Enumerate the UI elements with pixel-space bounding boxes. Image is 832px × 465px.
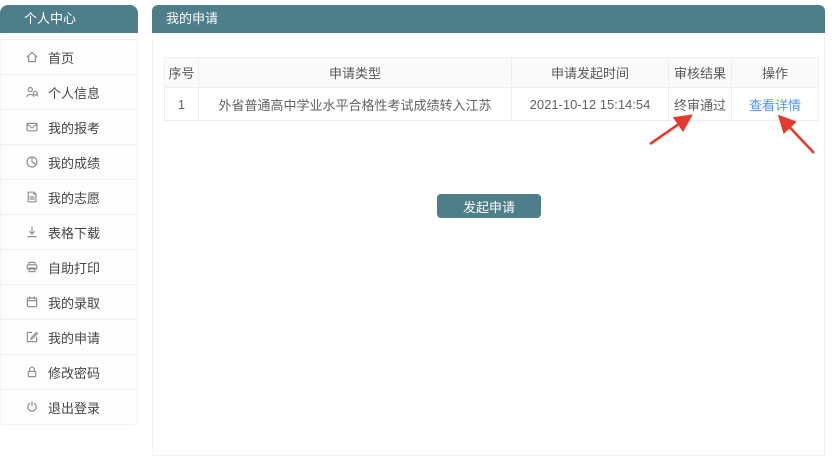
lock-icon — [25, 365, 39, 379]
home-icon — [25, 50, 39, 64]
sidebar-item-label: 我的录取 — [48, 293, 100, 312]
sidebar: 个人中心 首页 个人信息 我的报考 我的成绩 — [0, 5, 138, 425]
sidebar-item-label: 首页 — [48, 48, 74, 67]
sidebar-title: 个人中心 — [0, 5, 138, 33]
col-header-time: 申请发起时间 — [512, 58, 669, 88]
sidebar-item-self-print[interactable]: 自助打印 — [1, 249, 137, 284]
initiate-application-button[interactable]: 发起申请 — [437, 194, 541, 218]
col-header-type: 申请类型 — [199, 58, 512, 88]
sidebar-item-label: 我的成绩 — [48, 153, 100, 172]
cell-seq: 1 — [165, 88, 199, 121]
sidebar-item-my-applications[interactable]: 我的申请 — [1, 319, 137, 354]
sidebar-item-label: 表格下载 — [48, 223, 100, 242]
user-search-icon — [25, 85, 39, 99]
printer-icon — [25, 260, 39, 274]
sidebar-item-my-registration[interactable]: 我的报考 — [1, 109, 137, 144]
calendar-icon — [25, 295, 39, 309]
col-header-seq: 序号 — [165, 58, 199, 88]
sidebar-item-label: 我的申请 — [48, 328, 100, 347]
table-row: 1 外省普通高中学业水平合格性考试成绩转入江苏 2021-10-12 15:14… — [165, 88, 819, 121]
sidebar-item-label: 我的报考 — [48, 118, 100, 137]
sidebar-item-logout[interactable]: 退出登录 — [1, 389, 137, 424]
table-header-row: 序号 申请类型 申请发起时间 审核结果 操作 — [165, 58, 819, 88]
sidebar-item-label: 自助打印 — [48, 258, 100, 277]
sidebar-item-form-download[interactable]: 表格下载 — [1, 214, 137, 249]
sidebar-item-personal-info[interactable]: 个人信息 — [1, 74, 137, 109]
cell-application-type: 外省普通高中学业水平合格性考试成绩转入江苏 — [199, 88, 512, 121]
pie-chart-icon — [25, 155, 39, 169]
sidebar-item-my-scores[interactable]: 我的成绩 — [1, 144, 137, 179]
cell-application-time: 2021-10-12 15:14:54 — [512, 88, 669, 121]
sidebar-item-home[interactable]: 首页 — [1, 39, 137, 74]
edit-icon — [25, 330, 39, 344]
download-icon — [25, 225, 39, 239]
view-details-link[interactable]: 查看详情 — [749, 98, 801, 113]
col-header-result: 审核结果 — [669, 58, 732, 88]
sidebar-item-my-preferences[interactable]: 我的志愿 — [1, 179, 137, 214]
button-row: 发起申请 — [164, 194, 814, 218]
applications-table: 序号 申请类型 申请发起时间 审核结果 操作 1 外省普通高中学业水平合格性考试… — [164, 57, 819, 121]
sidebar-item-label: 退出登录 — [48, 398, 100, 417]
sidebar-item-label: 我的志愿 — [48, 188, 100, 207]
sidebar-item-change-password[interactable]: 修改密码 — [1, 354, 137, 389]
cell-review-result: 终审通过 — [669, 88, 732, 121]
main-panel: 我的申请 序号 申请类型 申请发起时间 审核结果 操作 1 外省普通高中学业水平… — [152, 5, 825, 456]
main-body: 序号 申请类型 申请发起时间 审核结果 操作 1 外省普通高中学业水平合格性考试… — [152, 33, 825, 456]
logout-icon — [25, 400, 39, 414]
col-header-action: 操作 — [732, 58, 819, 88]
document-icon — [25, 190, 39, 204]
page-title: 我的申请 — [152, 5, 825, 33]
sidebar-item-label: 个人信息 — [48, 83, 100, 102]
sidebar-item-my-admission[interactable]: 我的录取 — [1, 284, 137, 319]
sidebar-menu: 首页 个人信息 我的报考 我的成绩 我的志愿 — [0, 39, 138, 425]
sidebar-item-label: 修改密码 — [48, 363, 100, 382]
cell-action: 查看详情 — [732, 88, 819, 121]
mail-icon — [25, 120, 39, 134]
